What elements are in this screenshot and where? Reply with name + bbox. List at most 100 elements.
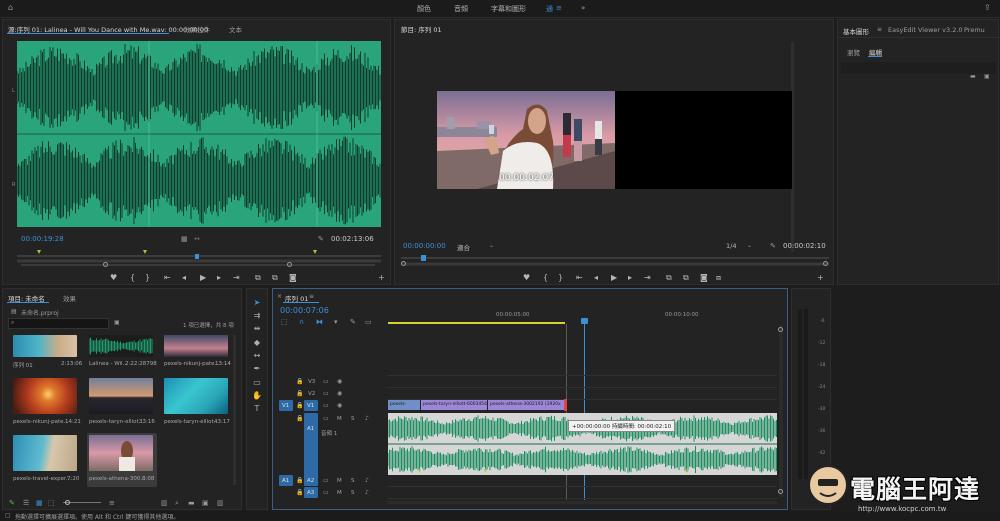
work-area-bar[interactable]: [388, 322, 565, 324]
slip-tool-icon[interactable]: ↔: [252, 351, 262, 361]
project-item-thumb[interactable]: [13, 378, 77, 414]
solo-button[interactable]: S: [351, 478, 355, 484]
timeline-zoom-handle-top[interactable]: [778, 327, 783, 332]
trash-icon[interactable]: ▥: [217, 499, 224, 507]
project-item-thumb[interactable]: [89, 378, 153, 414]
close-icon[interactable]: ×: [277, 293, 282, 301]
project-item-thumb[interactable]: [164, 378, 228, 414]
captions-icon[interactable]: ▭: [365, 318, 372, 326]
go-to-out-icon[interactable]: ⇥: [233, 274, 240, 282]
source-zoom-bar[interactable]: [21, 264, 375, 266]
new-bin-icon[interactable]: ▣: [114, 319, 120, 327]
workspace-menu-icon[interactable]: ≡: [556, 4, 562, 12]
program-wrench-icon[interactable]: ✎: [770, 242, 776, 250]
program-go-to-in-icon[interactable]: ⇤: [576, 274, 583, 282]
thumbnail-size-handle[interactable]: [65, 500, 70, 505]
mark-in-icon[interactable]: {: [130, 274, 135, 282]
subtab-browse[interactable]: 瀏覽: [847, 47, 860, 57]
compare-icon[interactable]: ⧈: [716, 274, 721, 282]
lift-icon[interactable]: ⧉: [666, 274, 672, 282]
project-item-thumb[interactable]: [89, 435, 153, 471]
folder-icon[interactable]: ▬: [970, 73, 976, 81]
lock-icon[interactable]: 🔒: [296, 402, 303, 410]
hand-tool-icon[interactable]: ✋: [252, 391, 262, 401]
insert-button-icon[interactable]: ⧉: [255, 274, 261, 282]
freeform-view-icon[interactable]: ⬚: [48, 499, 55, 507]
eye-icon[interactable]: ◉: [337, 378, 342, 386]
icon-view-icon[interactable]: ▦: [36, 499, 43, 507]
step-back-icon[interactable]: ◂: [182, 274, 186, 282]
timeline-zoom-handle-bottom[interactable]: [778, 489, 783, 494]
tab-program[interactable]: 節目: 序列 01: [401, 24, 442, 34]
home-icon[interactable]: ⌂: [8, 4, 13, 12]
voiceover-mic-icon[interactable]: ♪: [365, 415, 369, 423]
wrench-icon[interactable]: ✎: [318, 235, 324, 243]
voiceover-mic-icon[interactable]: ♪: [365, 489, 369, 497]
sync-lock-icon[interactable]: ▭: [323, 378, 329, 386]
mute-button[interactable]: M: [337, 478, 342, 484]
tab-easyedit[interactable]: EasyEdit Viewer v3.2.0: [888, 26, 963, 34]
marker-icon[interactable]: ♥: [110, 274, 117, 282]
program-zoom-handle-right[interactable]: [823, 261, 828, 266]
workspace-audio[interactable]: 音頻: [454, 4, 468, 14]
playhead-handle[interactable]: [581, 318, 588, 324]
lock-icon[interactable]: 🔒: [296, 390, 303, 398]
rectangle-tool-icon[interactable]: ▭: [252, 378, 262, 388]
tab-essential-graphics[interactable]: 基本圖形: [843, 26, 869, 36]
solo-button[interactable]: S: [351, 490, 355, 496]
program-zoom-handle-left[interactable]: [401, 261, 406, 266]
add-marker-icon[interactable]: ▾: [334, 318, 338, 326]
lock-icon[interactable]: 🔒: [296, 378, 303, 386]
new-item-icon[interactable]: ▣: [202, 499, 209, 507]
lock-icon[interactable]: 🔒: [296, 489, 303, 497]
step-forward-icon[interactable]: ▸: [217, 274, 221, 282]
project-scrollbar[interactable]: [233, 335, 236, 485]
tab-effect-controls[interactable]: 效果控件: [184, 24, 210, 34]
voiceover-mic-icon[interactable]: ♪: [365, 477, 369, 485]
zoom-handle-right[interactable]: [287, 262, 292, 267]
sequence-menu-icon[interactable]: ≡: [309, 293, 314, 301]
eye-icon[interactable]: ◉: [337, 402, 342, 410]
program-step-back-icon[interactable]: ◂: [594, 274, 598, 282]
sync-lock-icon[interactable]: ▭: [323, 402, 329, 410]
pencil-icon[interactable]: ✎: [9, 499, 15, 507]
panel-menu-icon[interactable]: ≡: [877, 26, 882, 34]
program-go-to-out-icon[interactable]: ⇥: [644, 274, 651, 282]
project-item-thumb[interactable]: [13, 335, 77, 357]
program-mark-in-icon[interactable]: {: [543, 274, 548, 282]
ripple-edit-tool-icon[interactable]: ⇹: [252, 324, 262, 334]
trim-handle[interactable]: [564, 399, 567, 411]
program-mark-out-icon[interactable]: }: [558, 274, 563, 282]
go-to-in-icon[interactable]: ⇤: [164, 274, 171, 282]
overwrite-icon[interactable]: ⧉: [272, 274, 278, 282]
tab-text[interactable]: 文本: [229, 24, 242, 34]
type-tool-icon[interactable]: T: [252, 404, 262, 414]
automate-icon[interactable]: ▥: [161, 499, 168, 507]
quality-chevron-icon[interactable]: ⌄: [747, 242, 752, 250]
track-a1-target[interactable]: [304, 413, 318, 477]
nest-icon[interactable]: ⬚: [281, 318, 288, 326]
project-search-input[interactable]: [8, 318, 109, 329]
program-marker-icon[interactable]: ♥: [523, 274, 530, 282]
camera-icon[interactable]: ◙: [289, 274, 297, 282]
workspace-color[interactable]: 顏色: [417, 4, 431, 14]
linked-selection-icon[interactable]: ⧓: [316, 318, 323, 326]
source-time-ruler[interactable]: [17, 246, 381, 266]
quality-dropdown[interactable]: 1/4: [726, 242, 736, 250]
timeline-current-time[interactable]: 00:00:07:06: [280, 306, 329, 315]
program-time-ruler[interactable]: [401, 252, 829, 268]
project-item-thumb[interactable]: [89, 335, 153, 357]
track-v2[interactable]: V2: [308, 391, 315, 397]
timeline-settings-icon[interactable]: ✎: [350, 318, 356, 326]
lock-icon[interactable]: 🔒: [296, 477, 303, 485]
extract-icon[interactable]: ⧉: [683, 274, 689, 282]
list-view-icon[interactable]: ☰: [23, 499, 29, 507]
audio-waveform[interactable]: [17, 41, 381, 227]
workspace-more-icon[interactable]: »: [581, 4, 585, 12]
sync-lock-icon[interactable]: ▭: [323, 390, 329, 398]
export-frame-icon[interactable]: ◙: [700, 274, 708, 282]
play-icon[interactable]: ▶: [200, 274, 206, 282]
insert-icon[interactable]: ▦: [181, 235, 188, 243]
lock-icon[interactable]: 🔒: [296, 415, 303, 423]
track-v3[interactable]: V3: [308, 379, 315, 385]
